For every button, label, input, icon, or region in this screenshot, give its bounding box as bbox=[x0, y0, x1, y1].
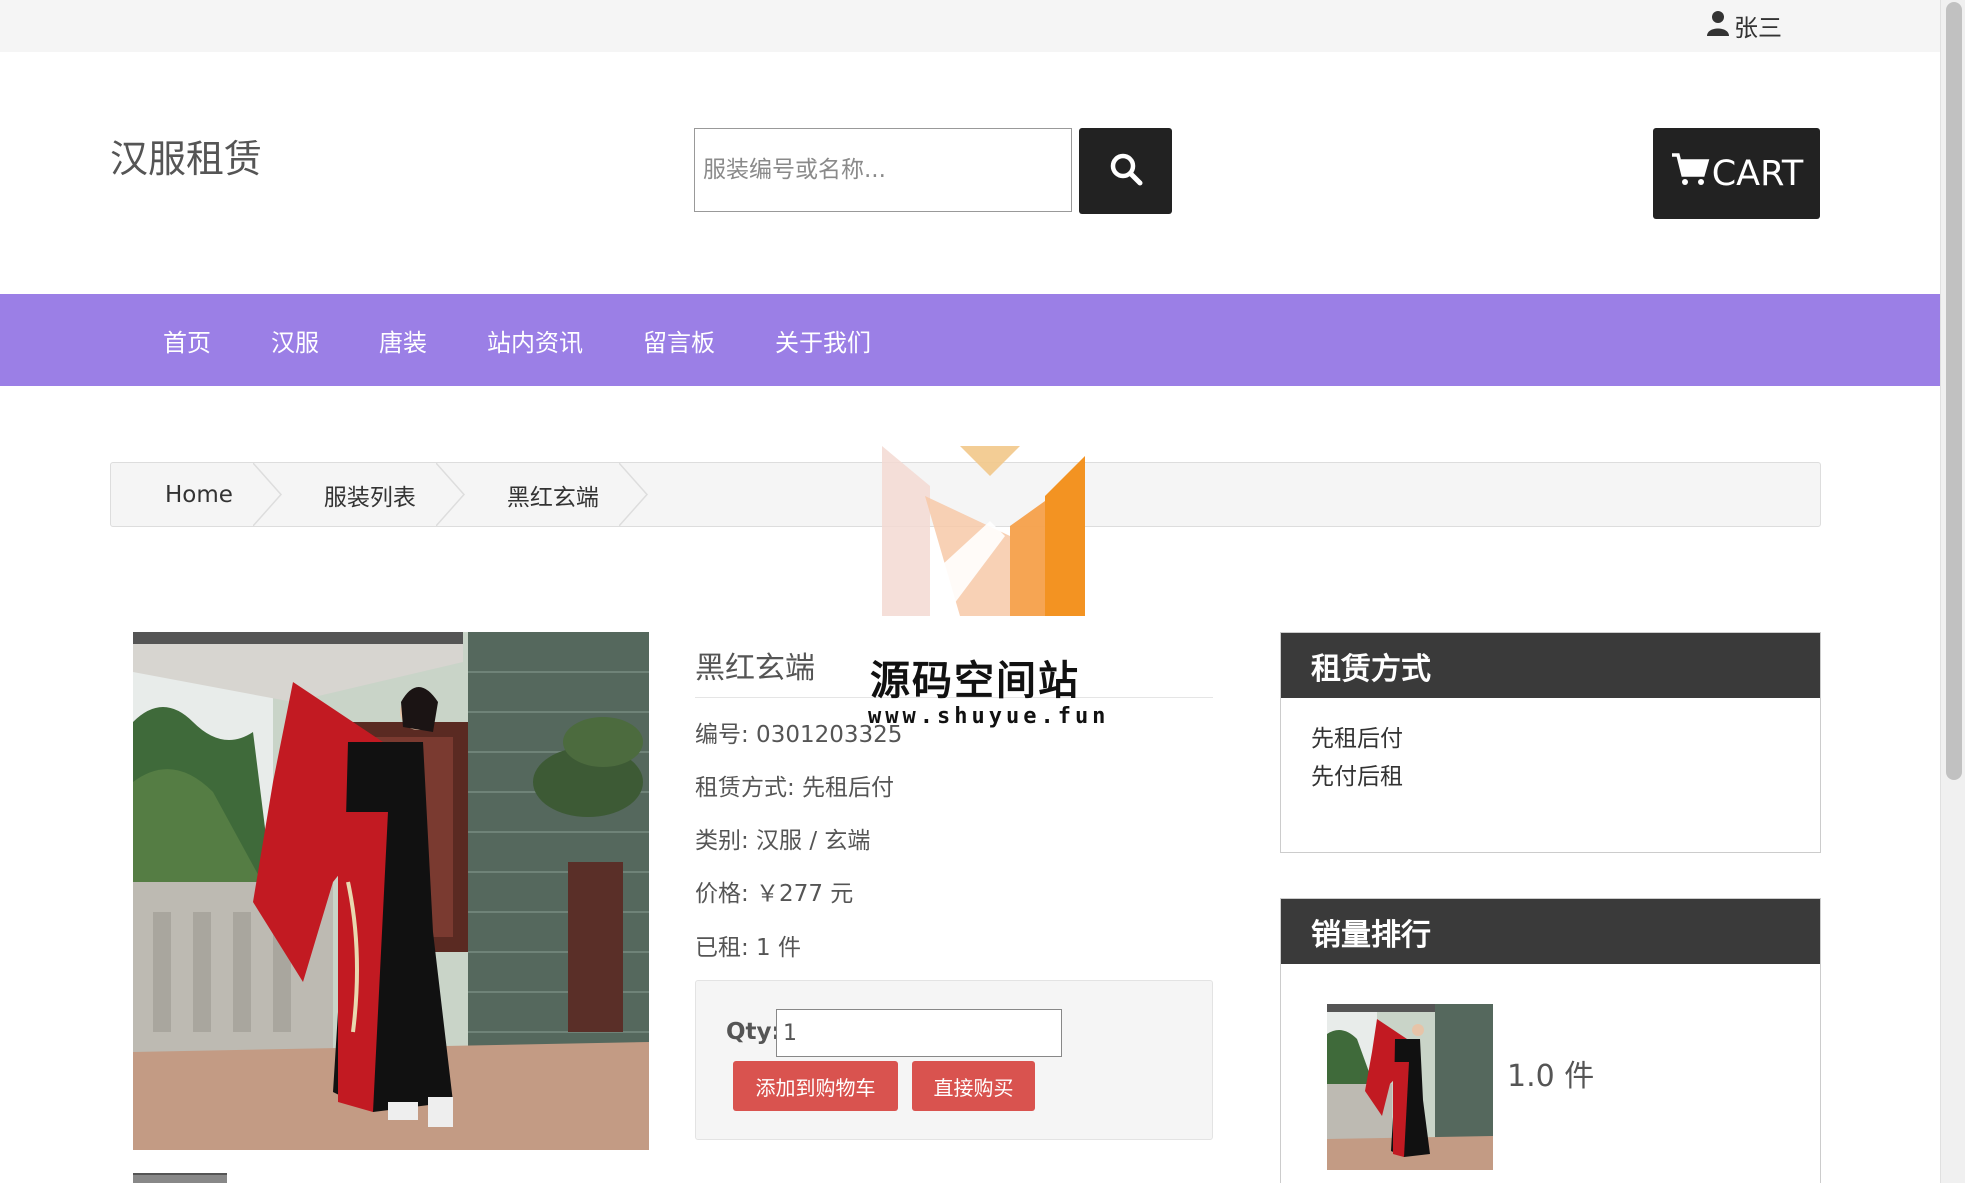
rent-mode-panel: 租赁方式 先租后付 先付后租 bbox=[1280, 632, 1821, 853]
nav-item-about[interactable]: 关于我们 bbox=[775, 323, 871, 358]
watermark-title: 源码空间站 bbox=[870, 658, 1080, 704]
nav-item-guestbook[interactable]: 留言板 bbox=[643, 323, 715, 358]
watermark-url: www.shuyue.fun bbox=[868, 704, 1110, 729]
search-icon bbox=[1109, 152, 1143, 190]
purchase-box: Qty: 添加到购物车 直接购买 bbox=[695, 980, 1213, 1140]
rent-mode-option[interactable]: 先付后租 bbox=[1311, 758, 1790, 796]
nav-item-hanfu[interactable]: 汉服 bbox=[271, 323, 319, 358]
nav-item-home[interactable]: 首页 bbox=[163, 323, 211, 358]
scrollbar-thumb[interactable] bbox=[1946, 2, 1962, 780]
product-rented-count: 已租: 1 件 bbox=[695, 935, 802, 961]
search-input[interactable] bbox=[694, 128, 1072, 212]
top-bar: 张三 bbox=[0, 0, 1940, 52]
search-button[interactable] bbox=[1079, 128, 1172, 214]
qty-input[interactable] bbox=[776, 1009, 1062, 1057]
product-rent-mode: 租赁方式: 先租后付 bbox=[695, 775, 895, 801]
rank-item-count: 1.0 件 bbox=[1507, 1059, 1595, 1094]
rank-item-image[interactable] bbox=[1327, 1004, 1493, 1170]
rent-mode-option[interactable]: 先租后付 bbox=[1311, 720, 1790, 758]
main-nav: 首页 汉服 唐装 站内资讯 留言板 关于我们 bbox=[0, 294, 1940, 386]
user-name: 张三 bbox=[1734, 14, 1782, 42]
nav-item-tangzhuang[interactable]: 唐装 bbox=[379, 323, 427, 358]
site-brand[interactable]: 汉服租赁 bbox=[110, 128, 262, 183]
buy-now-button[interactable]: 直接购买 bbox=[912, 1061, 1035, 1111]
breadcrumb-separator bbox=[252, 463, 282, 526]
add-to-cart-button[interactable]: 添加到购物车 bbox=[733, 1061, 898, 1111]
sales-rank-panel: 销量排行 1.0 件 bbox=[1280, 898, 1821, 1183]
sales-rank-panel-title: 销量排行 bbox=[1281, 899, 1820, 964]
breadcrumb-separator bbox=[618, 463, 648, 526]
nav-item-news[interactable]: 站内资讯 bbox=[487, 323, 583, 358]
cart-label: CART bbox=[1711, 153, 1804, 194]
cart-button[interactable]: CART bbox=[1653, 128, 1820, 219]
qty-label: Qty: bbox=[726, 1019, 781, 1045]
cart-icon bbox=[1670, 149, 1710, 198]
breadcrumb-item-home[interactable]: Home bbox=[111, 463, 282, 526]
product-price: 价格: ￥277 元 bbox=[695, 881, 854, 907]
rent-mode-panel-title: 租赁方式 bbox=[1281, 633, 1820, 698]
breadcrumb-separator bbox=[435, 463, 465, 526]
product-image[interactable] bbox=[133, 632, 649, 1150]
product-thumbnail[interactable] bbox=[133, 1173, 227, 1183]
page-scrollbar[interactable] bbox=[1940, 0, 1965, 1183]
breadcrumb: Home 服装列表 黑红玄端 bbox=[110, 462, 1821, 527]
breadcrumb-item-list[interactable]: 服装列表 bbox=[269, 463, 465, 526]
product-category: 类别: 汉服 / 玄端 bbox=[695, 828, 871, 854]
user-icon bbox=[1706, 10, 1730, 42]
breadcrumb-item-current: 黑红玄端 bbox=[452, 463, 648, 526]
user-menu[interactable]: 张三 bbox=[1706, 8, 1782, 43]
